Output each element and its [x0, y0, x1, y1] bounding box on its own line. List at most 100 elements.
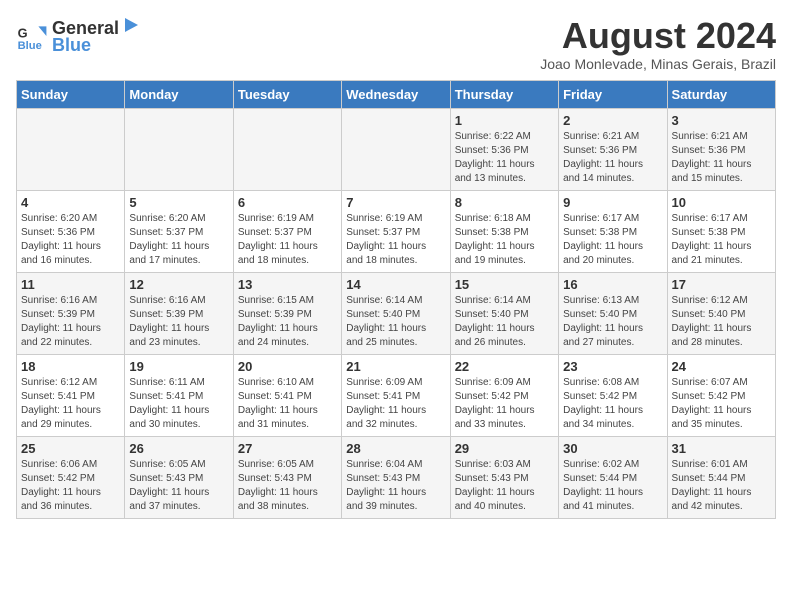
day-info: Sunrise: 6:21 AM Sunset: 5:36 PM Dayligh… — [672, 130, 771, 186]
day-number: 13 — [238, 277, 337, 292]
calendar-cell: 14Sunrise: 6:14 AM Sunset: 5:40 PM Dayli… — [342, 272, 450, 354]
calendar-cell: 2Sunrise: 6:21 AM Sunset: 5:36 PM Daylig… — [559, 108, 667, 190]
day-number: 16 — [563, 277, 662, 292]
day-number: 22 — [455, 359, 554, 374]
day-number: 7 — [346, 195, 445, 210]
calendar-cell: 23Sunrise: 6:08 AM Sunset: 5:42 PM Dayli… — [559, 354, 667, 436]
day-info: Sunrise: 6:09 AM Sunset: 5:42 PM Dayligh… — [455, 376, 554, 432]
day-info: Sunrise: 6:01 AM Sunset: 5:44 PM Dayligh… — [672, 458, 771, 514]
day-number: 21 — [346, 359, 445, 374]
calendar-cell: 26Sunrise: 6:05 AM Sunset: 5:43 PM Dayli… — [125, 436, 233, 518]
svg-text:Blue: Blue — [18, 40, 42, 52]
day-info: Sunrise: 6:12 AM Sunset: 5:41 PM Dayligh… — [21, 376, 120, 432]
day-number: 10 — [672, 195, 771, 210]
day-info: Sunrise: 6:20 AM Sunset: 5:37 PM Dayligh… — [129, 212, 228, 268]
weekday-header-friday: Friday — [559, 80, 667, 108]
weekday-header-monday: Monday — [125, 80, 233, 108]
day-info: Sunrise: 6:03 AM Sunset: 5:43 PM Dayligh… — [455, 458, 554, 514]
calendar-cell: 20 Sunrise: 6:10 AM Sunset: 5:41 PM Dayli… — [233, 354, 341, 436]
day-info: Sunrise: 6:19 AM Sunset: 5:37 PM Dayligh… — [346, 212, 445, 268]
calendar-cell — [342, 108, 450, 190]
weekday-header-saturday: Saturday — [667, 80, 775, 108]
day-info: Sunrise: 6:02 AM Sunset: 5:44 PM Dayligh… — [563, 458, 662, 514]
calendar-cell: 31 Sunrise: 6:01 AM Sunset: 5:44 PM Dayli… — [667, 436, 775, 518]
title-area: August 2024 Joao Monlevade, Minas Gerais… — [540, 16, 776, 72]
day-info: Sunrise: 6:11 AM Sunset: 5:41 PM Dayligh… — [129, 376, 228, 432]
day-info: Sunrise: 6:06 AM Sunset: 5:42 PM Dayligh… — [21, 458, 120, 514]
day-number: 27 — [238, 441, 337, 456]
calendar-cell: 28 Sunrise: 6:04 AM Sunset: 5:43 PM Dayli… — [342, 436, 450, 518]
calendar-cell: 17Sunrise: 6:12 AM Sunset: 5:40 PM Dayli… — [667, 272, 775, 354]
day-number: 12 — [129, 277, 228, 292]
day-info: Sunrise: 6:16 AM Sunset: 5:39 PM Dayligh… — [129, 294, 228, 350]
logo: G Blue General Blue — [16, 16, 139, 56]
calendar-cell: 12 Sunrise: 6:16 AM Sunset: 5:39 PM Dayli… — [125, 272, 233, 354]
day-info: Sunrise: 6:16 AM Sunset: 5:39 PM Dayligh… — [21, 294, 120, 350]
day-info: Sunrise: 6:05 AM Sunset: 5:43 PM Dayligh… — [238, 458, 337, 514]
calendar-cell — [233, 108, 341, 190]
day-number: 2 — [563, 113, 662, 128]
day-info: Sunrise: 6:10 AM Sunset: 5:41 PM Dayligh… — [238, 376, 337, 432]
day-number: 31 — [672, 441, 771, 456]
day-info: Sunrise: 6:15 AM Sunset: 5:39 PM Dayligh… — [238, 294, 337, 350]
day-info: Sunrise: 6:22 AM Sunset: 5:36 PM Dayligh… — [455, 130, 554, 186]
day-number: 20 — [238, 359, 337, 374]
weekday-header-tuesday: Tuesday — [233, 80, 341, 108]
calendar-cell: 16 Sunrise: 6:13 AM Sunset: 5:40 PM Dayli… — [559, 272, 667, 354]
header: G Blue General Blue August 2024 Joao Mon… — [16, 16, 776, 72]
logo-triangle-icon — [121, 16, 139, 34]
weekday-header-row: SundayMondayTuesdayWednesdayThursdayFrid… — [17, 80, 776, 108]
day-number: 8 — [455, 195, 554, 210]
day-number: 3 — [672, 113, 771, 128]
day-number: 28 — [346, 441, 445, 456]
calendar-cell: 6Sunrise: 6:19 AM Sunset: 5:37 PM Daylig… — [233, 190, 341, 272]
calendar-cell: 13 Sunrise: 6:15 AM Sunset: 5:39 PM Dayli… — [233, 272, 341, 354]
calendar-cell: 8Sunrise: 6:18 AM Sunset: 5:38 PM Daylig… — [450, 190, 558, 272]
day-info: Sunrise: 6:09 AM Sunset: 5:41 PM Dayligh… — [346, 376, 445, 432]
day-number: 9 — [563, 195, 662, 210]
day-info: Sunrise: 6:04 AM Sunset: 5:43 PM Dayligh… — [346, 458, 445, 514]
day-number: 23 — [563, 359, 662, 374]
day-number: 30 — [563, 441, 662, 456]
week-row-2: 4 Sunrise: 6:20 AM Sunset: 5:36 PM Daylig… — [17, 190, 776, 272]
logo-icon: G Blue — [16, 20, 48, 52]
location-text: Joao Monlevade, Minas Gerais, Brazil — [540, 56, 776, 72]
week-row-4: 18Sunrise: 6:12 AM Sunset: 5:41 PM Dayli… — [17, 354, 776, 436]
calendar-cell — [17, 108, 125, 190]
day-info: Sunrise: 6:17 AM Sunset: 5:38 PM Dayligh… — [563, 212, 662, 268]
week-row-1: 1Sunrise: 6:22 AM Sunset: 5:36 PM Daylig… — [17, 108, 776, 190]
day-number: 4 — [21, 195, 120, 210]
day-info: Sunrise: 6:13 AM Sunset: 5:40 PM Dayligh… — [563, 294, 662, 350]
calendar-cell: 25Sunrise: 6:06 AM Sunset: 5:42 PM Dayli… — [17, 436, 125, 518]
day-info: Sunrise: 6:14 AM Sunset: 5:40 PM Dayligh… — [455, 294, 554, 350]
calendar-cell: 18Sunrise: 6:12 AM Sunset: 5:41 PM Dayli… — [17, 354, 125, 436]
day-number: 17 — [672, 277, 771, 292]
day-info: Sunrise: 6:19 AM Sunset: 5:37 PM Dayligh… — [238, 212, 337, 268]
day-number: 15 — [455, 277, 554, 292]
weekday-header-sunday: Sunday — [17, 80, 125, 108]
calendar-cell: 29 Sunrise: 6:03 AM Sunset: 5:43 PM Dayli… — [450, 436, 558, 518]
month-year-title: August 2024 — [540, 16, 776, 56]
day-number: 29 — [455, 441, 554, 456]
calendar-cell: 9 Sunrise: 6:17 AM Sunset: 5:38 PM Daylig… — [559, 190, 667, 272]
day-number: 5 — [129, 195, 228, 210]
calendar-cell: 11 Sunrise: 6:16 AM Sunset: 5:39 PM Dayli… — [17, 272, 125, 354]
calendar-cell: 27 Sunrise: 6:05 AM Sunset: 5:43 PM Dayli… — [233, 436, 341, 518]
calendar-table: SundayMondayTuesdayWednesdayThursdayFrid… — [16, 80, 776, 519]
day-number: 11 — [21, 277, 120, 292]
svg-text:G: G — [18, 26, 28, 41]
calendar-cell: 5 Sunrise: 6:20 AM Sunset: 5:37 PM Daylig… — [125, 190, 233, 272]
calendar-cell: 24Sunrise: 6:07 AM Sunset: 5:42 PM Dayli… — [667, 354, 775, 436]
day-number: 24 — [672, 359, 771, 374]
page-container: G Blue General Blue August 2024 Joao Mon… — [16, 16, 776, 519]
day-info: Sunrise: 6:17 AM Sunset: 5:38 PM Dayligh… — [672, 212, 771, 268]
day-info: Sunrise: 6:20 AM Sunset: 5:36 PM Dayligh… — [21, 212, 120, 268]
weekday-header-thursday: Thursday — [450, 80, 558, 108]
week-row-5: 25Sunrise: 6:06 AM Sunset: 5:42 PM Dayli… — [17, 436, 776, 518]
day-number: 14 — [346, 277, 445, 292]
calendar-cell: 15 Sunrise: 6:14 AM Sunset: 5:40 PM Dayli… — [450, 272, 558, 354]
calendar-cell: 10 Sunrise: 6:17 AM Sunset: 5:38 PM Dayli… — [667, 190, 775, 272]
day-number: 26 — [129, 441, 228, 456]
weekday-header-wednesday: Wednesday — [342, 80, 450, 108]
day-number: 19 — [129, 359, 228, 374]
